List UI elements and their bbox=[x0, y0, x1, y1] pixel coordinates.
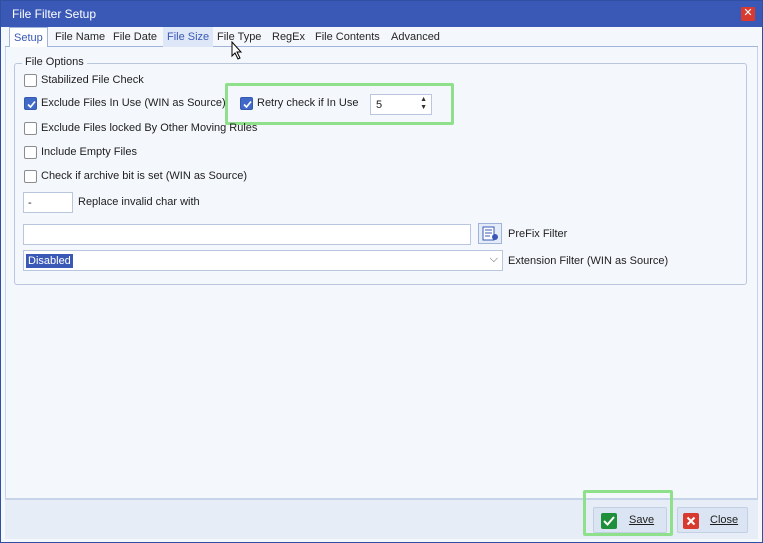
stabilized-row[interactable]: Stabilized File Check bbox=[24, 73, 224, 89]
tab-advanced[interactable]: Advanced bbox=[391, 27, 440, 47]
exclude-in-use-label: Exclude Files In Use (WIN as Source) bbox=[41, 97, 226, 109]
checkmark-icon bbox=[27, 100, 36, 109]
archive-bit-label: Check if archive bit is set (WIN as Sour… bbox=[41, 170, 248, 182]
replace-char-input[interactable]: - bbox=[23, 192, 73, 213]
include-empty-label: Include Empty Files bbox=[41, 146, 137, 158]
extension-filter-label: Extension Filter (WIN as Source) bbox=[508, 255, 669, 267]
include-empty-row[interactable]: Include Empty Files bbox=[24, 145, 154, 161]
save-button[interactable]: Save bbox=[593, 507, 667, 533]
close-label: Close bbox=[710, 514, 739, 526]
tab-regex[interactable]: RegEx bbox=[272, 27, 305, 47]
tab-file-contents[interactable]: File Contents bbox=[315, 27, 380, 47]
retry-count-stepper[interactable]: 5 ▲ ▼ bbox=[370, 94, 432, 115]
window-title: File Filter Setup bbox=[12, 7, 97, 21]
replace-char-label: Replace invalid char with bbox=[78, 196, 200, 208]
stepper-arrows-icon[interactable]: ▲ ▼ bbox=[420, 96, 427, 112]
checkmark-icon bbox=[243, 100, 252, 109]
stabilized-checkbox[interactable] bbox=[24, 74, 37, 87]
archive-bit-row[interactable]: Check if archive bit is set (WIN as Sour… bbox=[24, 169, 254, 185]
retry-row[interactable]: Retry check if In Use bbox=[240, 96, 365, 112]
extension-filter-value: Disabled bbox=[26, 254, 73, 268]
prefix-filter-input[interactable] bbox=[23, 224, 471, 245]
prefix-filter-button[interactable] bbox=[478, 223, 502, 244]
tab-bar: Setup File Name File Date File Size File… bbox=[5, 27, 758, 48]
stabilized-label: Stabilized File Check bbox=[41, 74, 144, 86]
archive-bit-checkbox[interactable] bbox=[24, 170, 37, 183]
close-icon bbox=[683, 513, 699, 529]
close-button[interactable]: Close bbox=[677, 507, 748, 533]
retry-count-value: 5 bbox=[376, 99, 383, 111]
save-label: Save bbox=[629, 514, 655, 526]
tab-file-date[interactable]: File Date bbox=[113, 27, 157, 47]
checkmark-icon bbox=[601, 513, 617, 529]
exclude-locked-row[interactable]: Exclude Files locked By Other Moving Rul… bbox=[24, 121, 264, 137]
file-options-title: File Options bbox=[22, 56, 87, 68]
exclude-in-use-checkbox[interactable] bbox=[24, 97, 37, 110]
exclude-locked-checkbox[interactable] bbox=[24, 122, 37, 135]
retry-checkbox[interactable] bbox=[240, 97, 253, 110]
tab-file-size[interactable]: File Size bbox=[163, 27, 214, 47]
prefix-filter-label: PreFix Filter bbox=[508, 228, 568, 240]
exclude-in-use-row[interactable]: Exclude Files In Use (WIN as Source) bbox=[24, 96, 226, 112]
include-empty-checkbox[interactable] bbox=[24, 146, 37, 159]
exclude-locked-label: Exclude Files locked By Other Moving Rul… bbox=[41, 122, 258, 134]
mouse-cursor-icon bbox=[231, 41, 243, 60]
tab-file-name[interactable]: File Name bbox=[55, 27, 105, 47]
title-bar[interactable]: File Filter Setup ✕ bbox=[1, 1, 762, 27]
file-filter-setup-window: File Filter Setup ✕ Setup File Name File… bbox=[0, 0, 763, 543]
replace-char-value: - bbox=[28, 197, 32, 209]
list-edit-icon bbox=[482, 226, 498, 241]
extension-filter-select[interactable]: Disabled ⌵ bbox=[23, 250, 503, 271]
tab-setup[interactable]: Setup bbox=[9, 27, 48, 48]
chevron-down-icon[interactable]: ⌵ bbox=[490, 253, 498, 266]
retry-label: Retry check if In Use bbox=[257, 97, 359, 109]
close-window-icon[interactable]: ✕ bbox=[741, 7, 755, 21]
